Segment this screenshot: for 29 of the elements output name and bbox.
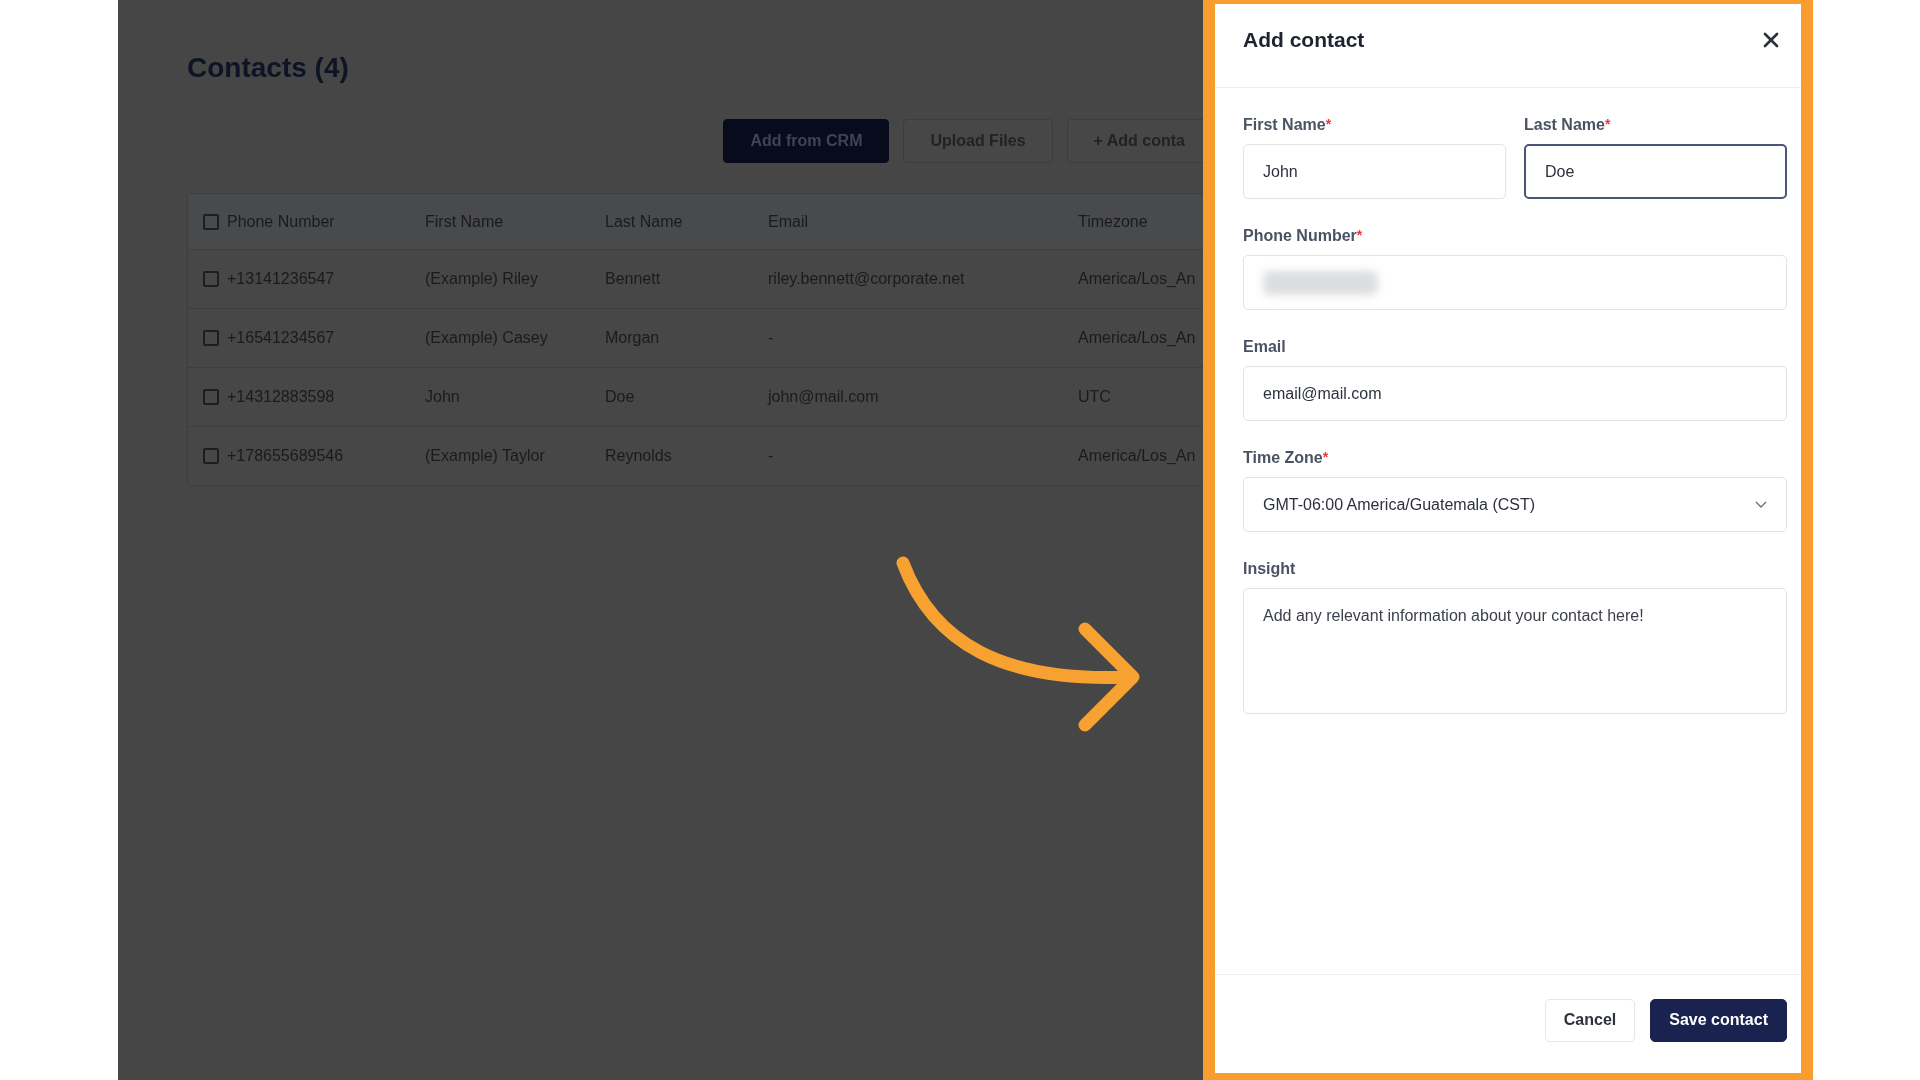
- required-mark: *: [1325, 116, 1332, 132]
- dialog-button[interactable]: Save contact: [1650, 998, 1787, 1042]
- table-cell: -: [768, 447, 774, 465]
- input-field[interactable]: email@mail.com: [1243, 366, 1787, 421]
- dialog-title: Add contact: [1243, 27, 1365, 52]
- field-label: Email: [1243, 338, 1286, 356]
- required-mark: *: [1604, 116, 1611, 132]
- required-mark: *: [1356, 227, 1363, 243]
- input-field[interactable]: Doe: [1524, 144, 1787, 199]
- checkbox[interactable]: [203, 389, 219, 405]
- checkbox[interactable]: [203, 330, 219, 346]
- field-label: Insight: [1243, 560, 1296, 578]
- checkbox[interactable]: [203, 271, 219, 287]
- timezone-select[interactable]: GMT-06:00 America/Guatemala (CST): [1243, 477, 1787, 532]
- insight-textarea[interactable]: Add any relevant information about your contact here!: [1243, 588, 1787, 714]
- chevron-down-icon: [1755, 500, 1767, 509]
- field-label: Phone Number: [1243, 227, 1357, 245]
- checkbox[interactable]: [203, 213, 219, 230]
- field-label: First Name: [1243, 116, 1326, 134]
- checkbox[interactable]: [203, 448, 219, 464]
- page-title: Contacts (4): [187, 52, 350, 84]
- input-field[interactable]: [1243, 255, 1787, 310]
- field-label: Time Zone: [1243, 449, 1323, 467]
- field-label: Last Name: [1524, 116, 1605, 134]
- input-field[interactable]: John: [1243, 144, 1506, 199]
- dialog-button[interactable]: Cancel: [1544, 998, 1636, 1042]
- table-cell: -: [768, 329, 774, 347]
- close-icon[interactable]: [1763, 31, 1779, 48]
- required-mark: *: [1322, 449, 1329, 465]
